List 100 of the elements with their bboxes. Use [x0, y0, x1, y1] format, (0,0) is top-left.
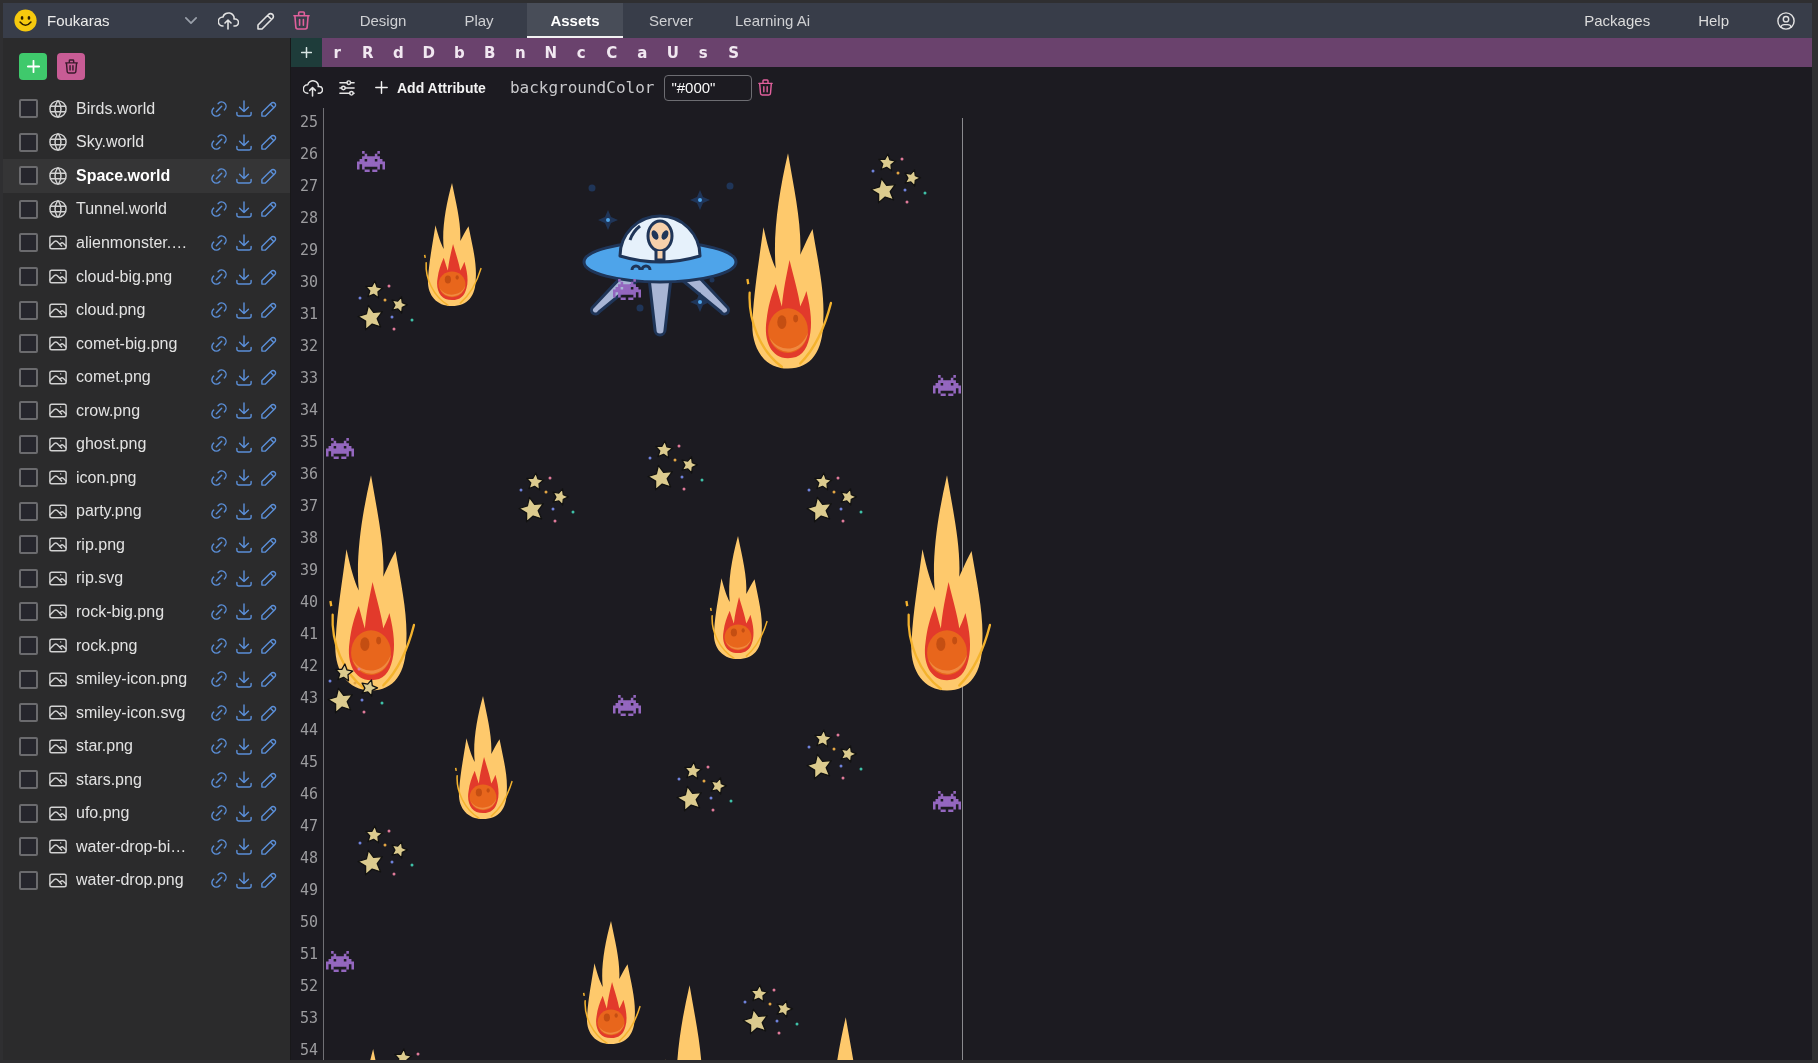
checkbox[interactable] [19, 300, 38, 320]
key-button[interactable]: d [383, 38, 414, 67]
pencil-icon[interactable] [261, 402, 277, 419]
download-icon[interactable] [236, 838, 252, 856]
download-icon[interactable] [236, 771, 252, 789]
download-icon[interactable] [236, 402, 252, 420]
checkbox[interactable] [19, 166, 38, 186]
link-icon[interactable] [211, 671, 227, 688]
checkbox[interactable] [19, 233, 38, 253]
download-icon[interactable] [236, 100, 252, 118]
download-icon[interactable] [236, 637, 252, 654]
pencil-icon[interactable] [261, 167, 277, 184]
key-button[interactable]: D [413, 38, 444, 67]
checkbox[interactable] [19, 870, 38, 890]
link-icon[interactable] [211, 469, 227, 486]
pencil-icon[interactable] [261, 536, 277, 553]
pencil-icon[interactable] [261, 335, 277, 352]
pencil-icon[interactable] [261, 436, 277, 453]
key-button[interactable]: U [657, 38, 688, 67]
tab[interactable]: Play [431, 3, 527, 38]
pencil-icon[interactable] [261, 369, 277, 386]
checkbox[interactable] [19, 434, 38, 454]
pencil-icon[interactable] [261, 872, 277, 889]
checkbox[interactable] [19, 602, 38, 622]
checkbox[interactable] [19, 334, 38, 354]
download-icon[interactable] [236, 871, 252, 889]
link-icon[interactable] [211, 167, 227, 184]
download-icon[interactable] [236, 435, 252, 453]
download-icon[interactable] [236, 704, 252, 722]
pencil-icon[interactable] [261, 637, 277, 654]
checkbox[interactable] [19, 535, 38, 555]
link-icon[interactable] [211, 402, 227, 419]
menu-link[interactable]: Help [1698, 12, 1729, 29]
key-button[interactable]: r [322, 38, 353, 67]
download-icon[interactable] [236, 804, 252, 822]
link-icon[interactable] [211, 805, 227, 822]
asset-row[interactable]: Birds.world [3, 92, 290, 126]
link-icon[interactable] [211, 369, 227, 386]
download-icon[interactable] [236, 670, 252, 688]
pencil-icon[interactable] [261, 302, 277, 319]
download-icon[interactable] [236, 536, 252, 554]
checkbox[interactable] [19, 669, 38, 689]
project-selector[interactable]: Foukaras [47, 8, 197, 33]
asset-row[interactable]: icon.png [3, 461, 290, 495]
link-icon[interactable] [211, 637, 227, 654]
link-icon[interactable] [211, 100, 227, 117]
sliders-icon[interactable] [339, 79, 355, 96]
checkbox[interactable] [19, 401, 38, 421]
checkbox[interactable] [19, 99, 38, 119]
trash-icon[interactable] [758, 79, 774, 96]
asset-row[interactable]: rock.png [3, 628, 290, 663]
add-asset-button[interactable] [19, 53, 47, 80]
key-button[interactable]: C [596, 38, 627, 67]
asset-row[interactable]: ufo.png [3, 796, 290, 831]
download-icon[interactable] [236, 133, 252, 151]
pencil-icon[interactable] [261, 201, 277, 218]
download-icon[interactable] [236, 569, 252, 587]
checkbox[interactable] [19, 703, 38, 723]
asset-row[interactable]: cloud-big.png [3, 259, 290, 294]
pencil-icon[interactable] [261, 603, 277, 620]
checkbox[interactable] [19, 636, 38, 655]
delete-asset-button[interactable] [57, 53, 85, 80]
pencil-icon[interactable] [261, 738, 277, 755]
download-icon[interactable] [236, 469, 252, 487]
asset-row[interactable]: comet-big.png [3, 326, 290, 361]
link-icon[interactable] [211, 536, 227, 553]
download-icon[interactable] [236, 268, 252, 285]
download-icon[interactable] [236, 167, 252, 185]
key-button[interactable]: S [718, 38, 749, 67]
link-icon[interactable] [211, 603, 227, 620]
checkbox[interactable] [19, 568, 38, 588]
link-icon[interactable] [211, 436, 227, 453]
user-account-icon[interactable] [1777, 11, 1795, 30]
link-icon[interactable] [211, 335, 227, 352]
link-icon[interactable] [211, 838, 227, 855]
download-icon[interactable] [236, 335, 252, 353]
asset-row[interactable]: rock-big.png [3, 595, 290, 629]
tab[interactable]: Assets [527, 3, 623, 38]
checkbox[interactable] [19, 199, 38, 219]
key-button[interactable]: n [505, 38, 536, 67]
tab[interactable]: Design [335, 3, 431, 38]
key-button[interactable]: b [444, 38, 475, 67]
asset-row[interactable]: water-drop-bi… [3, 830, 290, 864]
trash-icon[interactable] [293, 11, 310, 30]
key-button[interactable]: a [627, 38, 658, 67]
asset-row[interactable]: Space.world [3, 159, 290, 193]
download-icon[interactable] [236, 368, 252, 386]
link-icon[interactable] [211, 134, 227, 151]
tab[interactable]: Learning Ai [719, 3, 827, 38]
menu-link[interactable]: Packages [1584, 12, 1651, 29]
pencil-icon[interactable] [261, 838, 277, 855]
asset-row[interactable]: stars.png [3, 762, 290, 797]
tab[interactable]: Server [623, 3, 719, 38]
checkbox[interactable] [19, 770, 38, 790]
add-attribute-button[interactable]: Add Attribute [375, 79, 486, 96]
checkbox[interactable] [19, 132, 38, 152]
checkbox[interactable] [19, 267, 38, 286]
link-icon[interactable] [211, 872, 227, 889]
asset-row[interactable]: rip.svg [3, 561, 290, 596]
link-icon[interactable] [211, 268, 227, 285]
